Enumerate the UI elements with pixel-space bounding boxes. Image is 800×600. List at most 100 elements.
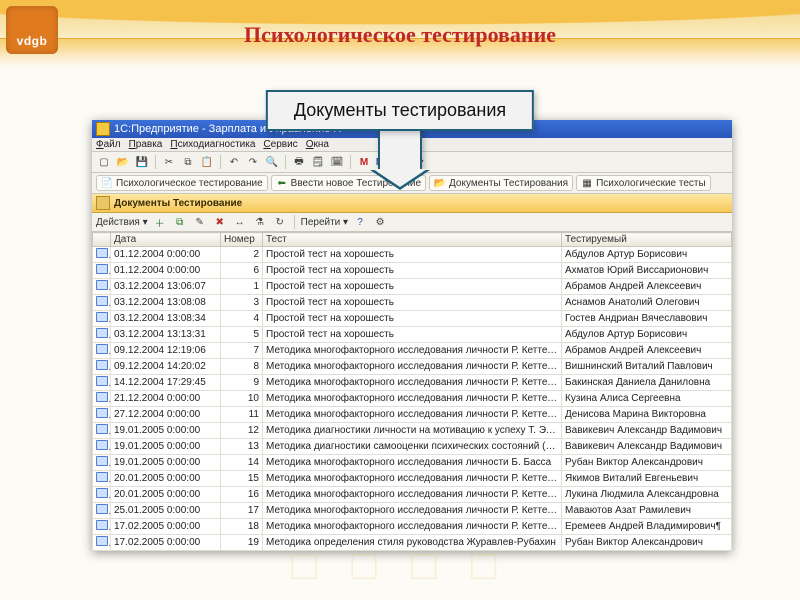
cell-subject: Абрамов Андрей Алексеевич	[562, 279, 732, 295]
table-row[interactable]: 03.12.2004 13:13:315Простой тест на хоро…	[93, 327, 732, 343]
mark-icon[interactable]: ↔	[232, 214, 248, 230]
row-doc-icon	[93, 343, 111, 359]
cell-subject: Ахматов Юрий Виссарионович	[562, 263, 732, 279]
table-row[interactable]: 01.12.2004 0:00:006Простой тест на хорош…	[93, 263, 732, 279]
nav-psych-tests[interactable]: ▦ Психологические тесты	[576, 175, 711, 191]
nav-psych-testing[interactable]: 📄 Психологическое тестирование	[96, 175, 268, 191]
table-row[interactable]: 19.01.2005 0:00:0012Методика диагностики…	[93, 423, 732, 439]
row-doc-icon	[93, 391, 111, 407]
cell-num: 3	[221, 295, 263, 311]
actions-menu[interactable]: Действия ▾	[96, 217, 148, 228]
table-row[interactable]: 09.12.2004 14:20:028Методика многофактор…	[93, 359, 732, 375]
row-doc-icon	[93, 375, 111, 391]
row-doc-icon	[93, 327, 111, 343]
table-row[interactable]: 20.01.2005 0:00:0015Методика многофактор…	[93, 471, 732, 487]
table-row[interactable]: 20.01.2005 0:00:0016Методика многофактор…	[93, 487, 732, 503]
cell-test: Простой тест на хорошесть	[263, 279, 562, 295]
cell-test: Методика многофакторного исследования ли…	[263, 359, 562, 375]
table-row[interactable]: 09.12.2004 12:19:067Методика многофактор…	[93, 343, 732, 359]
table-row[interactable]: 17.02.2005 0:00:0018Методика многофактор…	[93, 519, 732, 535]
cell-date: 27.12.2004 0:00:00	[111, 407, 221, 423]
cell-subject: Аснамов Анатолий Олегович	[562, 295, 732, 311]
print-icon[interactable]: 🖶	[291, 154, 307, 170]
col-test[interactable]: Тест	[263, 233, 562, 247]
menu-psycho[interactable]: Психодиагностика	[170, 139, 255, 150]
cell-date: 03.12.2004 13:08:34	[111, 311, 221, 327]
table-row[interactable]: 19.01.2005 0:00:0013Методика диагностики…	[93, 439, 732, 455]
table-row[interactable]: 21.12.2004 0:00:0010Методика многофактор…	[93, 391, 732, 407]
row-doc-icon	[93, 247, 111, 263]
cell-subject: Рубан Виктор Александрович	[562, 455, 732, 471]
cell-date: 19.01.2005 0:00:00	[111, 439, 221, 455]
cell-num: 12	[221, 423, 263, 439]
new-icon[interactable]: ▢	[96, 154, 112, 170]
cell-subject: Вишнинский Виталий Павлович	[562, 359, 732, 375]
menu-windows[interactable]: Окна	[306, 139, 329, 150]
nav-label-3: Документы Тестирования	[449, 178, 568, 189]
refresh-icon[interactable]: ↻	[272, 214, 288, 230]
subwindow-titlebar[interactable]: Документы Тестирование	[92, 194, 732, 213]
cell-test: Методика многофакторного исследования ли…	[263, 503, 562, 519]
cell-test: Методика многофакторного исследования ли…	[263, 519, 562, 535]
cell-num: 18	[221, 519, 263, 535]
cell-num: 1	[221, 279, 263, 295]
add2-icon[interactable]: ⧉	[172, 214, 188, 230]
cell-num: 14	[221, 455, 263, 471]
table-row[interactable]: 03.12.2004 13:08:083Простой тест на хоро…	[93, 295, 732, 311]
table-row[interactable]: 14.12.2004 17:29:459Методика многофактор…	[93, 375, 732, 391]
table-row[interactable]: 27.12.2004 0:00:0011Методика многофактор…	[93, 407, 732, 423]
cut-icon[interactable]: ✂	[161, 154, 177, 170]
copy-icon[interactable]: ⧉	[180, 154, 196, 170]
add-icon[interactable]: ＋	[152, 214, 168, 230]
m-icon[interactable]: M	[356, 154, 372, 170]
cell-subject: Гостев Андриан Вячеславович	[562, 311, 732, 327]
row-doc-icon	[93, 423, 111, 439]
undo-icon[interactable]: ↶	[226, 154, 242, 170]
table-row[interactable]: 03.12.2004 13:06:071Простой тест на хоро…	[93, 279, 732, 295]
tool-icon[interactable]: ⚙	[372, 214, 388, 230]
cell-num: 4	[221, 311, 263, 327]
cell-test: Методика многофакторного исследования ли…	[263, 455, 562, 471]
table-row[interactable]: 01.12.2004 0:00:002Простой тест на хорош…	[93, 247, 732, 263]
cell-date: 20.01.2005 0:00:00	[111, 471, 221, 487]
table-row[interactable]: 03.12.2004 13:08:344Простой тест на хоро…	[93, 311, 732, 327]
goto-menu[interactable]: Перейти ▾	[301, 217, 348, 228]
edit-icon[interactable]: ✎	[192, 214, 208, 230]
nav-label-1: Психологическое тестирование	[116, 178, 263, 189]
menu-file[interactable]: Файл	[96, 139, 121, 150]
menu-service[interactable]: Сервис	[263, 139, 297, 150]
nav-test-docs[interactable]: 📂 Документы Тестирования	[429, 175, 573, 191]
cell-subject: Абдулов Артур Борисович	[562, 247, 732, 263]
cell-test: Простой тест на хорошесть	[263, 327, 562, 343]
help-icon[interactable]: ?	[352, 214, 368, 230]
cell-test: Методика диагностики самооценки психичес…	[263, 439, 562, 455]
table-row[interactable]: 17.02.2005 0:00:0019Методика определения…	[93, 535, 732, 551]
menu-edit[interactable]: Правка	[129, 139, 163, 150]
table-row[interactable]: 19.01.2005 0:00:0014Методика многофактор…	[93, 455, 732, 471]
calc-icon[interactable]: 🗒	[310, 154, 326, 170]
delete-icon[interactable]: ✖	[212, 214, 228, 230]
app-icon	[96, 122, 110, 136]
cell-test: Простой тест на хорошесть	[263, 247, 562, 263]
calendar-icon[interactable]: 🗓	[329, 154, 345, 170]
col-num[interactable]: Номер	[221, 233, 263, 247]
col-date[interactable]: Дата	[111, 233, 221, 247]
col-icon[interactable]	[93, 233, 111, 247]
cell-date: 19.01.2005 0:00:00	[111, 423, 221, 439]
open-icon[interactable]: 📂	[115, 154, 131, 170]
cell-test: Методика определения стиля руководства Ж…	[263, 535, 562, 551]
cell-num: 17	[221, 503, 263, 519]
paste-icon[interactable]: 📋	[199, 154, 215, 170]
cell-date: 03.12.2004 13:06:07	[111, 279, 221, 295]
filter-icon[interactable]: ⚗	[252, 214, 268, 230]
cell-date: 19.01.2005 0:00:00	[111, 455, 221, 471]
redo-icon[interactable]: ↷	[245, 154, 261, 170]
row-doc-icon	[93, 359, 111, 375]
row-doc-icon	[93, 311, 111, 327]
row-doc-icon	[93, 263, 111, 279]
table-row[interactable]: 25.01.2005 0:00:0017Методика многофактор…	[93, 503, 732, 519]
row-doc-icon	[93, 471, 111, 487]
col-subject[interactable]: Тестируемый	[562, 233, 732, 247]
save-icon[interactable]: 💾	[134, 154, 150, 170]
search-icon[interactable]: 🔍	[264, 154, 280, 170]
